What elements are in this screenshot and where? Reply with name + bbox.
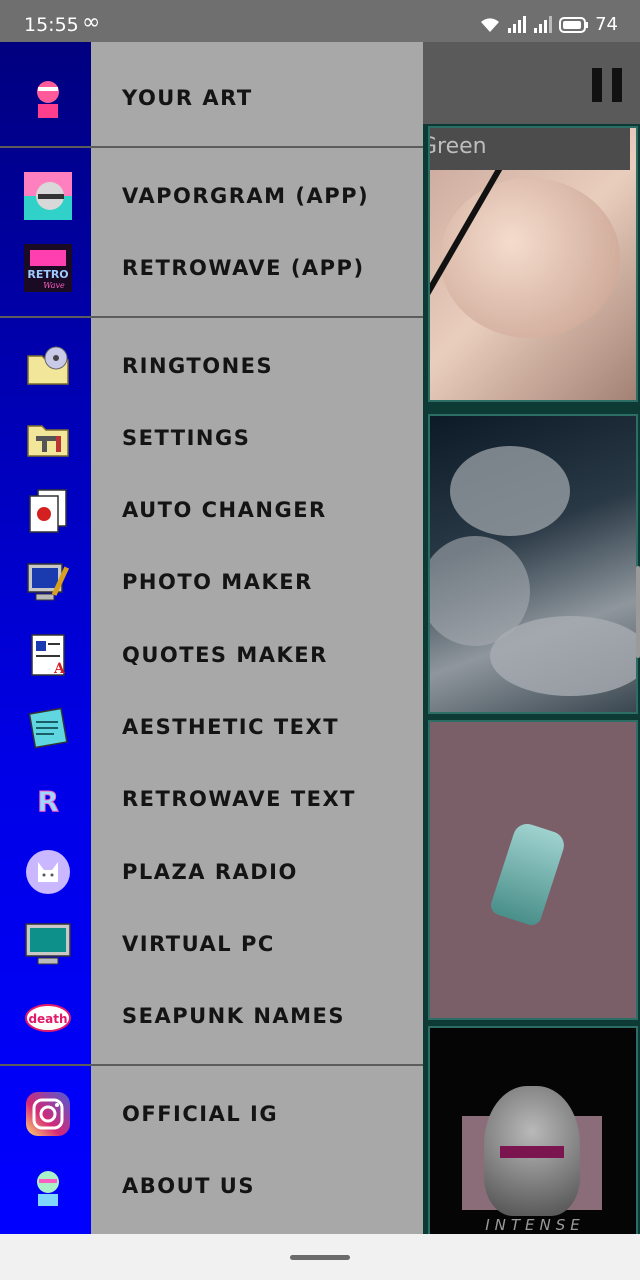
drawer-item-aesthetic-text[interactable]: AESTHETIC TEXT (0, 691, 423, 763)
svg-text:A: A (53, 661, 66, 677)
drawer-item-auto-changer[interactable]: AUTO CHANGER (0, 474, 423, 546)
drawer-item-label: VIRTUAL PC (122, 932, 275, 956)
cloud-shape (450, 446, 570, 536)
drawer-item-label: SETTINGS (122, 426, 251, 450)
drawer-item-label: QUOTES MAKER (122, 643, 328, 667)
plaza-cat-icon (24, 848, 72, 896)
navigation-drawer: YOUR ART VAPORGRAM (APP) RETRO Wave RETRO… (0, 42, 423, 1234)
retrowave-app-icon: RETRO Wave (24, 244, 72, 292)
tile-image (440, 178, 620, 338)
documents-icon (24, 486, 72, 534)
monitor-icon (24, 920, 72, 968)
drawer-item-label: RINGTONES (122, 354, 274, 378)
instagram-icon (24, 1090, 72, 1138)
drawer-item-label: PHOTO MAKER (122, 570, 313, 594)
svg-text:death: death (28, 1012, 67, 1026)
drawer-item-retrowave-text[interactable]: R RETROWAVE TEXT (0, 763, 423, 835)
infinity-icon: ∞ (82, 10, 101, 35)
censor-bar (500, 1146, 564, 1158)
system-icons: 74 (479, 14, 618, 35)
drawer-item-about-us[interactable]: ABOUT US (0, 1150, 423, 1222)
status-time: 15:55 (24, 14, 79, 36)
statue-bust-color-icon (24, 1162, 72, 1210)
wallpaper-tile[interactable] (428, 414, 638, 714)
bottle-image (488, 820, 568, 928)
drawer-item-label: AESTHETIC TEXT (122, 715, 340, 739)
drawer-item-label: VAPORGRAM (APP) (122, 184, 370, 208)
notepad-icon (24, 703, 72, 751)
svg-text:Wave: Wave (43, 281, 65, 290)
wallpaper-tile[interactable]: INTENSE (428, 1026, 638, 1236)
drawer-item-label: YOUR ART (122, 86, 253, 110)
tile-caption: INTENSE (485, 1216, 585, 1234)
folder-cd-icon (24, 342, 72, 390)
wallpaper-tile[interactable]: Green (428, 126, 638, 402)
drawer-item-official-ig[interactable]: OFFICIAL IG (0, 1078, 423, 1150)
statue-bust-icon (24, 74, 72, 122)
cloud-shape (490, 616, 636, 696)
drawer-item-retrowave-app[interactable]: RETRO Wave RETROWAVE (APP) (0, 232, 423, 304)
drawer-item-label: RETROWAVE TEXT (122, 787, 357, 811)
death-water-icon: death (24, 992, 72, 1040)
drawer-item-seapunk-names[interactable]: death SEAPUNK NAMES (0, 980, 423, 1052)
retro-r-icon: R (24, 775, 72, 823)
svg-text:R: R (37, 785, 59, 818)
drawer-item-photo-maker[interactable]: PHOTO MAKER (0, 546, 423, 618)
drawer-item-label: ABOUT US (122, 1174, 255, 1198)
drawer-item-quotes-maker[interactable]: A QUOTES MAKER (0, 619, 423, 691)
status-bar: 15:55 ∞ 74 (0, 0, 640, 42)
paint-monitor-icon (24, 558, 72, 606)
drawer-item-virtual-pc[interactable]: VIRTUAL PC (0, 908, 423, 980)
drawer-item-label: AUTO CHANGER (122, 498, 327, 522)
drawer-divider (0, 146, 423, 148)
drawer-divider (0, 1064, 423, 1066)
signal-icon (508, 15, 527, 33)
drawer-item-settings[interactable]: SETTINGS (0, 402, 423, 474)
drawer-item-label: RETROWAVE (APP) (122, 256, 365, 280)
signal-icon (534, 15, 553, 33)
battery-icon (559, 16, 589, 33)
folder-tools-icon (24, 414, 72, 462)
pause-icon[interactable] (592, 68, 622, 102)
wifi-icon (481, 17, 500, 32)
drawer-item-label: PLAZA RADIO (122, 860, 298, 884)
drawer-divider (0, 316, 423, 318)
scrollbar[interactable] (636, 566, 640, 658)
drawer-item-ringtones[interactable]: RINGTONES (0, 330, 423, 402)
vaporgram-app-icon (24, 172, 72, 220)
drawer-item-label: SEAPUNK NAMES (122, 1004, 346, 1028)
wallpaper-tile[interactable] (428, 720, 638, 1020)
gesture-handle[interactable] (290, 1255, 350, 1260)
tile-label: Green (430, 128, 630, 170)
system-nav-bar (0, 1234, 640, 1280)
document-write-icon: A (24, 631, 72, 679)
battery-level: 74 (595, 14, 618, 35)
drawer-item-plaza-radio[interactable]: PLAZA RADIO (0, 836, 423, 908)
drawer-item-vaporgram[interactable]: VAPORGRAM (APP) (0, 160, 423, 232)
drawer-item-label: OFFICIAL IG (122, 1102, 279, 1126)
drawer-item-your-art[interactable]: YOUR ART (0, 62, 423, 134)
svg-text:RETRO: RETRO (27, 268, 68, 281)
